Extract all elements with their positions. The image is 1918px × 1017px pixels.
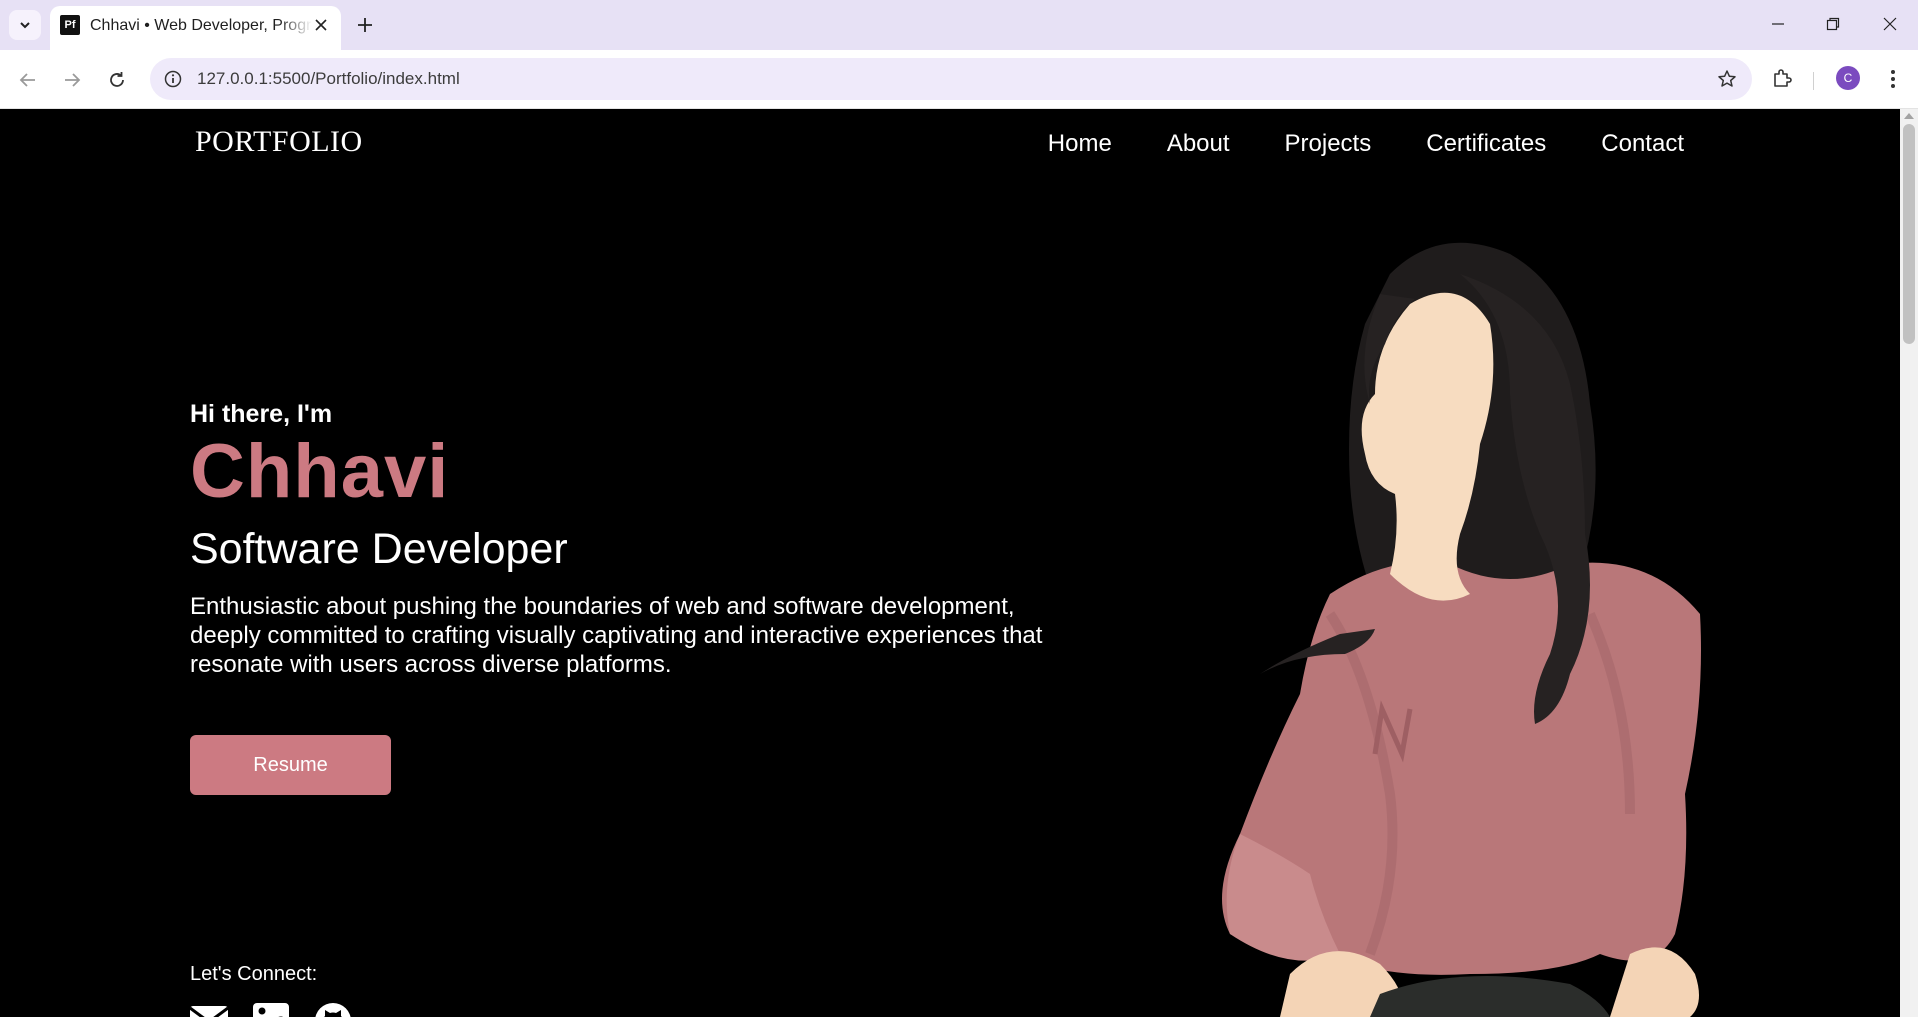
back-button[interactable] xyxy=(12,64,44,96)
restore-button[interactable] xyxy=(1813,8,1853,40)
social-links xyxy=(189,1002,352,1017)
scrollbar-thumb[interactable] xyxy=(1903,124,1915,344)
reload-button[interactable] xyxy=(101,64,133,96)
arrow-right-icon xyxy=(65,73,81,87)
nav-contact[interactable]: Contact xyxy=(1601,130,1684,158)
arrow-left-icon xyxy=(19,73,35,87)
site-info-button[interactable] xyxy=(160,66,186,92)
site-logo[interactable]: PORTFOLIO xyxy=(195,125,363,159)
nav-projects[interactable]: Projects xyxy=(1285,130,1372,158)
page-scrollbar[interactable] xyxy=(1900,109,1918,1017)
close-window-button[interactable] xyxy=(1870,8,1910,40)
tab-close-button[interactable] xyxy=(311,15,331,35)
close-icon xyxy=(1883,17,1897,31)
resume-button[interactable]: Resume xyxy=(190,735,391,795)
minimize-icon xyxy=(1772,23,1784,25)
hero-role: Software Developer xyxy=(190,524,568,573)
nav-home[interactable]: Home xyxy=(1048,130,1112,158)
restore-icon xyxy=(1826,17,1840,31)
minimize-button[interactable] xyxy=(1758,8,1798,40)
github-icon[interactable] xyxy=(314,1002,352,1017)
chevron-down-icon xyxy=(20,22,30,29)
bookmark-button[interactable] xyxy=(1714,66,1740,92)
toolbar-divider xyxy=(1813,72,1814,90)
hero-section: Hi there, I'm Chhavi Software Developer … xyxy=(190,400,1090,679)
info-icon xyxy=(164,70,182,88)
linkedin-icon[interactable] xyxy=(252,1002,290,1017)
address-bar[interactable]: 127.0.0.1:5500/Portfolio/index.html xyxy=(150,58,1752,100)
browser-toolbar: 127.0.0.1:5500/Portfolio/index.html xyxy=(0,50,1918,109)
close-icon xyxy=(315,19,327,31)
browser-tab-strip: Pf Chhavi • Web Developer, Programmer xyxy=(0,0,1918,50)
plus-icon xyxy=(358,18,372,32)
connect-label: Let's Connect: xyxy=(190,963,318,985)
forward-button[interactable] xyxy=(56,64,88,96)
star-icon xyxy=(1718,70,1736,87)
puzzle-icon xyxy=(1774,69,1792,87)
mail-icon[interactable] xyxy=(189,1002,229,1017)
nav-about[interactable]: About xyxy=(1167,130,1230,158)
tab-favicon: Pf xyxy=(60,15,80,35)
extensions-button[interactable] xyxy=(1767,64,1797,94)
hero-illustration xyxy=(1222,242,1701,1017)
profile-avatar[interactable]: C xyxy=(1836,66,1860,90)
more-vertical-icon xyxy=(1891,70,1895,88)
url-text: 127.0.0.1:5500/Portfolio/index.html xyxy=(197,69,460,88)
browser-menu-button[interactable] xyxy=(1880,64,1906,94)
nav-certificates[interactable]: Certificates xyxy=(1426,130,1546,158)
reload-icon xyxy=(110,72,124,87)
new-tab-button[interactable] xyxy=(352,12,378,38)
hero-name: Chhavi xyxy=(190,429,450,514)
hero-description: Enthusiastic about pushing the boundarie… xyxy=(190,592,1043,678)
hero-greeting: Hi there, I'm xyxy=(190,400,333,428)
scroll-up-icon[interactable] xyxy=(1904,113,1914,119)
tab-search-button[interactable] xyxy=(9,10,41,40)
page-viewport: PORTFOLIO Home About Projects Certificat… xyxy=(0,109,1900,1017)
active-tab[interactable]: Pf Chhavi • Web Developer, Programmer xyxy=(50,6,341,50)
main-nav: Home About Projects Certificates Contact xyxy=(1048,130,1684,158)
tab-title: Chhavi • Web Developer, Programmer xyxy=(90,17,312,34)
